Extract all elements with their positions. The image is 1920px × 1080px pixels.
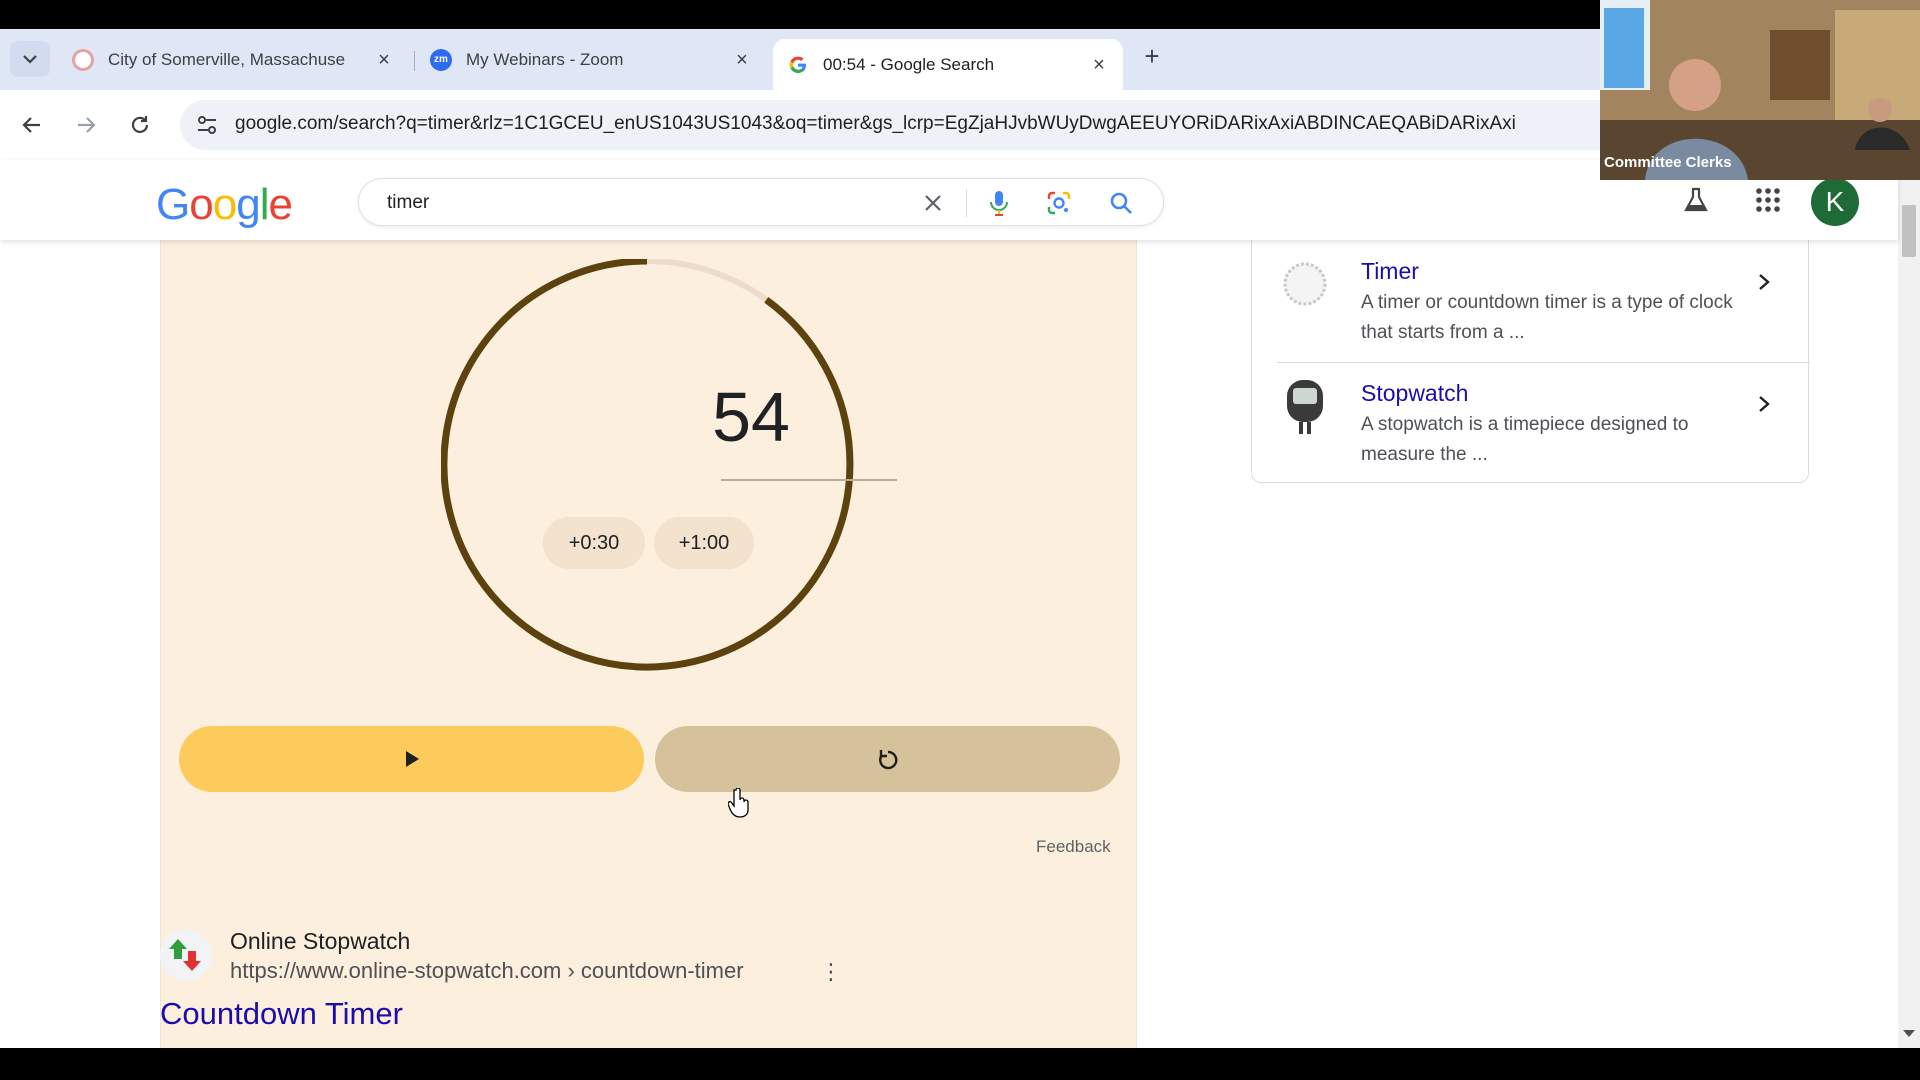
search-query[interactable]: timer — [387, 192, 429, 214]
chevron-down-icon — [23, 55, 37, 64]
timer-progress-ring — [441, 259, 854, 671]
search-labs-button[interactable] — [1676, 180, 1716, 220]
tab-title: My Webinars - Zoom — [466, 49, 624, 69]
scrollbar-thumb[interactable] — [1902, 205, 1916, 257]
timer-widget: 54 +0:30 +1:00 — [160, 240, 1137, 1048]
tab-title: 00:54 - Google Search — [823, 54, 995, 74]
reload-button[interactable] — [122, 107, 158, 143]
tab-zoom[interactable]: zm My Webinars - Zoom × — [416, 39, 766, 80]
more-options-icon[interactable]: ⋮ — [820, 959, 842, 985]
logo-letter: g — [236, 180, 261, 229]
google-lens-icon — [1047, 191, 1071, 215]
search-icon — [1110, 192, 1132, 214]
tab-search-button[interactable] — [10, 41, 50, 77]
start-button[interactable] — [179, 726, 644, 792]
tab-title: City of Somerville, Massachuse — [108, 49, 346, 69]
participant-name: Committee Clerks — [1604, 154, 1732, 171]
logo-letter: o — [189, 180, 214, 229]
forward-button[interactable] — [68, 107, 104, 143]
related-item-desc: A timer or countdown timer is a type of … — [1361, 292, 1733, 343]
page-scrollbar[interactable] — [1898, 160, 1920, 1048]
related-item-desc: A stopwatch is a timepiece designed to m… — [1361, 414, 1689, 465]
voice-search-button[interactable] — [985, 189, 1013, 217]
close-icon — [925, 195, 941, 211]
reset-icon — [878, 750, 897, 770]
zoom-favicon-icon: zm — [430, 48, 452, 71]
reload-icon — [131, 116, 149, 133]
chevron-right-icon — [1752, 392, 1776, 416]
account-avatar[interactable]: K — [1811, 178, 1859, 226]
related-item-stopwatch[interactable]: Stopwatch A stopwatch is a timepiece des… — [1277, 362, 1787, 482]
forward-arrow-icon — [78, 117, 96, 133]
url-text[interactable]: google.com/search?q=timer&rlz=1C1GCEU_en… — [235, 113, 1635, 135]
scroll-down-arrow-icon[interactable] — [1903, 1030, 1915, 1037]
timer-display[interactable]: 54 — [641, 377, 861, 457]
video-thumbnail[interactable]: Committee Clerks — [1600, 0, 1920, 180]
result-url[interactable]: https://www.online-stopwatch.com › count… — [230, 958, 744, 984]
timer-thumbnail-icon — [1277, 252, 1333, 316]
add-1-minute-button[interactable]: +1:00 — [654, 517, 754, 569]
close-icon[interactable]: × — [732, 50, 752, 70]
site-info-icon[interactable] — [192, 110, 222, 140]
reset-button[interactable] — [655, 726, 1120, 792]
tab-google-search[interactable]: 00:54 - Google Search × — [773, 39, 1123, 90]
tab-somerville[interactable]: City of Somerville, Massachuse × — [58, 39, 408, 80]
result-site-name[interactable]: Online Stopwatch — [230, 928, 410, 955]
lens-search-button[interactable] — [1045, 189, 1073, 217]
stopwatch-thumbnail-icon — [1277, 374, 1333, 438]
up-down-arrows-icon — [169, 939, 201, 971]
screen: City of Somerville, Massachuse × zm My W… — [0, 0, 1920, 1080]
close-icon[interactable]: × — [1089, 55, 1109, 75]
search-results: 54 +0:30 +1:00 Feedback Online Stopwatch… — [0, 240, 1898, 1048]
bottom-black-bar — [0, 1048, 1920, 1080]
new-tab-button[interactable]: + — [1136, 41, 1168, 73]
logo-letter: e — [268, 180, 293, 229]
microphone-icon — [990, 191, 1008, 216]
clear-search-button[interactable] — [919, 189, 947, 217]
apps-button[interactable] — [1748, 180, 1788, 220]
logo-letter: G — [156, 180, 190, 229]
logo-letter: o — [212, 180, 238, 229]
site-favicon — [160, 929, 212, 981]
back-arrow-icon — [22, 117, 40, 133]
timer-underline — [721, 479, 897, 481]
close-icon[interactable]: × — [374, 50, 394, 70]
search-button[interactable] — [1107, 189, 1135, 217]
hand-cursor-icon — [728, 788, 749, 818]
apps-grid-icon — [1756, 188, 1780, 212]
feedback-link[interactable]: Feedback — [1036, 837, 1111, 857]
related-item-title[interactable]: Timer — [1361, 258, 1419, 285]
back-button[interactable] — [14, 107, 50, 143]
flask-icon — [1684, 187, 1708, 212]
add-30-seconds-button[interactable]: +0:30 — [543, 517, 645, 569]
tab-separator — [414, 51, 415, 71]
related-panel: Timer A timer or countdown timer is a ty… — [1251, 240, 1810, 483]
chevron-right-icon — [1752, 270, 1776, 294]
search-box[interactable]: timer — [358, 178, 1164, 226]
result-title-link[interactable]: Countdown Timer — [160, 996, 403, 1032]
play-icon — [405, 751, 419, 767]
related-item-timer[interactable]: Timer A timer or countdown timer is a ty… — [1277, 240, 1787, 360]
google-favicon-icon — [72, 48, 94, 71]
participant-video-image — [1600, 0, 1920, 180]
google-logo[interactable]: Google — [156, 180, 293, 230]
related-item-title[interactable]: Stopwatch — [1361, 380, 1468, 407]
ring-remaining-arc — [441, 259, 854, 671]
google-favicon-icon — [787, 53, 809, 76]
divider — [966, 189, 967, 217]
